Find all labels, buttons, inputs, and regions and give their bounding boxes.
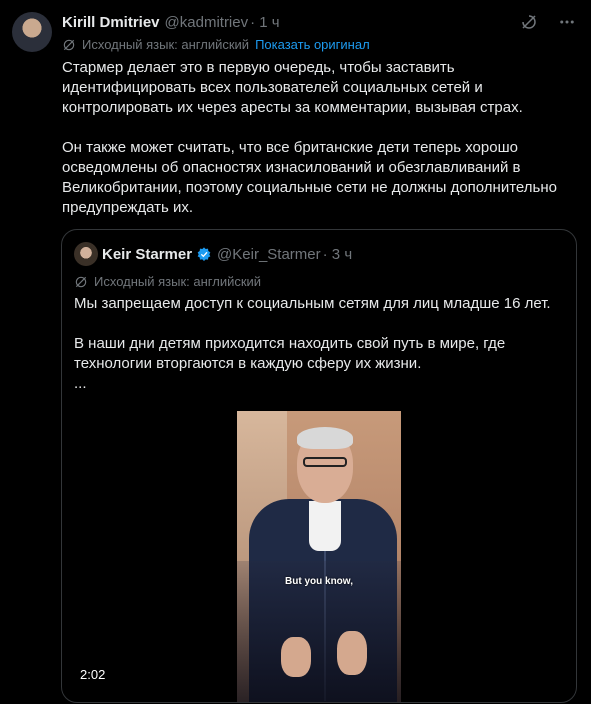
- author-name[interactable]: Kirill Dmitriev: [62, 14, 160, 31]
- grok-icon[interactable]: [519, 12, 539, 32]
- translation-info: Исходный язык: английский Показать ориги…: [62, 37, 370, 52]
- video-player[interactable]: But you know,: [237, 411, 401, 702]
- video-person-hand: [281, 637, 311, 677]
- translate-icon: [62, 38, 76, 52]
- video-person-hand: [337, 631, 367, 675]
- video-duration: 2:02: [76, 666, 110, 683]
- quoted-paragraph: Мы запрещаем доступ к социальным сетям д…: [74, 295, 551, 312]
- quoted-author-handle[interactable]: @Keir_Starmer: [217, 246, 321, 263]
- quoted-post-time[interactable]: · 3 ч: [323, 246, 353, 263]
- translate-icon: [74, 275, 88, 289]
- translation-note: Исходный язык: английский: [82, 37, 250, 52]
- author-handle[interactable]: @kadmitriev: [165, 14, 249, 31]
- quoted-paragraph: В наши дни детям приходится находить сво…: [74, 335, 506, 372]
- more-icon[interactable]: [557, 12, 577, 32]
- post-actions: [519, 12, 577, 32]
- quoted-post-header: Keir Starmer @Keir_Starmer · 3 ч: [102, 242, 352, 266]
- video-person-hair: [297, 427, 353, 449]
- post-header: Kirill Dmitriev @kadmitriev · 1 ч: [62, 12, 280, 32]
- video-person-shirt: [309, 501, 341, 551]
- show-original-link[interactable]: Показать оригинал: [255, 37, 370, 52]
- quoted-translation-note: Исходный язык: английский: [94, 274, 262, 289]
- post-time[interactable]: · 1 ч: [250, 14, 280, 31]
- quoted-translation-info: Исходный язык: английский: [74, 274, 261, 289]
- quoted-post[interactable]: Keir Starmer @Keir_Starmer · 3 ч Исходны…: [61, 229, 577, 703]
- quoted-author-name[interactable]: Keir Starmer: [102, 246, 192, 263]
- post-paragraph: Он также может считать, что все британск…: [62, 139, 557, 216]
- quoted-author-avatar[interactable]: [74, 242, 98, 266]
- quoted-ellipsis: ...: [74, 375, 87, 392]
- post-text: Стармер делает это в первую очередь, что…: [62, 58, 567, 238]
- verified-badge-icon: [196, 246, 212, 262]
- post-paragraph: Стармер делает это в первую очередь, что…: [62, 59, 523, 116]
- quoted-post-text: Мы запрещаем доступ к социальным сетям д…: [74, 294, 564, 394]
- video-caption: But you know,: [285, 576, 353, 587]
- author-avatar[interactable]: [12, 12, 52, 52]
- video-person-glasses: [303, 457, 347, 467]
